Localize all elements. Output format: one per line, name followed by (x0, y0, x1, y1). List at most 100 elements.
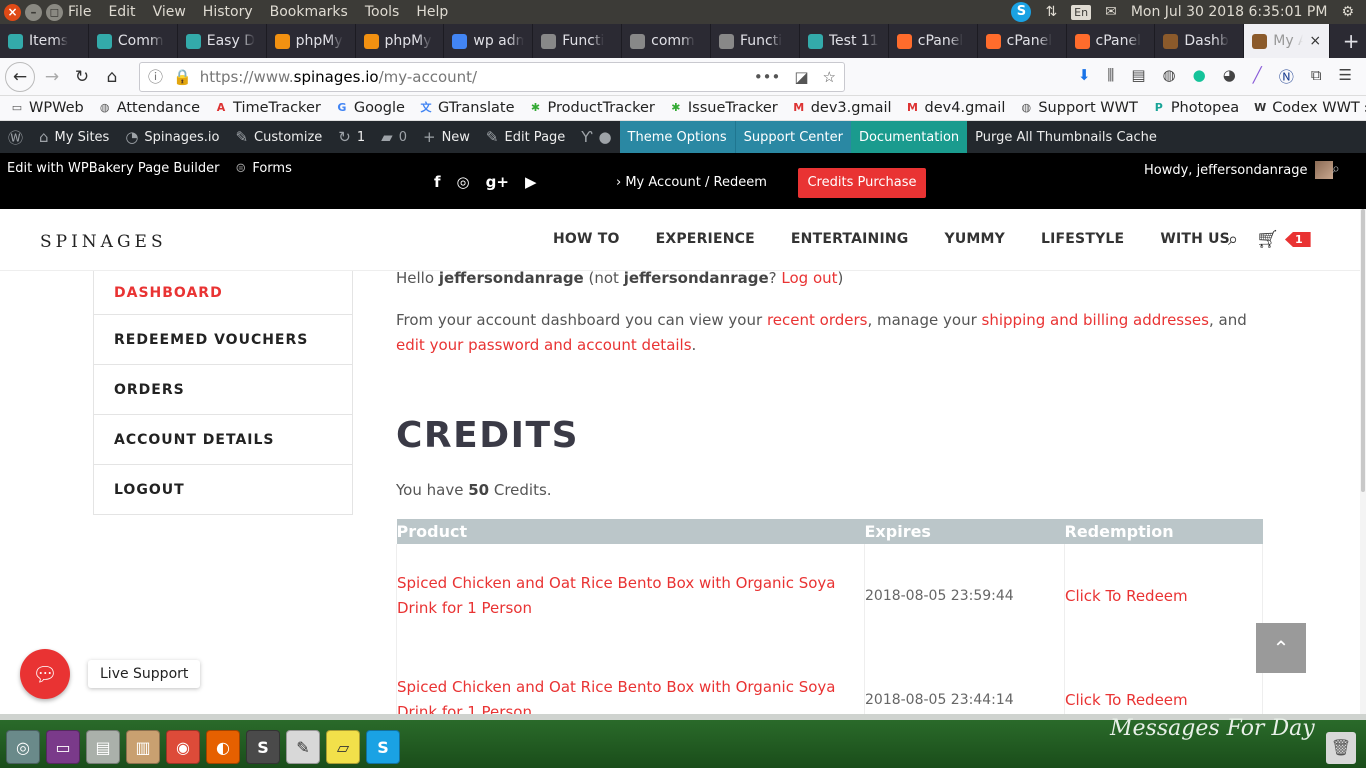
sidebar-item-dashboard[interactable]: DASHBOARD (94, 271, 352, 314)
sidebar-item-orders[interactable]: ORDERS (94, 364, 352, 414)
home-icon[interactable]: ⌂ (97, 62, 127, 92)
menu-history[interactable]: History (203, 4, 253, 20)
reload-icon[interactable]: ↻ (67, 62, 97, 92)
tab-close-icon[interactable]: × (1309, 33, 1321, 49)
site-logo[interactable]: SPINAGES (40, 232, 167, 252)
tab-10[interactable]: cPanel (889, 24, 978, 58)
wp-logo-menu[interactable]: Ⓦ (0, 121, 31, 153)
tab-7[interactable]: comm (622, 24, 711, 58)
tab-8[interactable]: Functi (711, 24, 800, 58)
nav-experience[interactable]: EXPERIENCE (656, 231, 755, 247)
user-menu[interactable]: Howdy, jeffersondanrage (1144, 161, 1334, 179)
color-picker-icon[interactable]: ╱ (1253, 66, 1262, 87)
instagram-icon[interactable]: ◎ (457, 173, 470, 191)
text-editor-icon[interactable]: ✎ (286, 730, 320, 764)
download-icon[interactable]: ⬇ (1078, 66, 1091, 87)
support-center-button[interactable]: Support Center (734, 121, 851, 153)
wp-comments[interactable]: ▰ 0 (373, 121, 415, 153)
bookmark-10[interactable]: P Photopea (1152, 100, 1239, 116)
url-bar[interactable]: ⓘ 🔒 https://www. spinages.io/my-account/ … (139, 61, 845, 92)
nav-lifestyle[interactable]: LIFESTYLE (1041, 231, 1124, 247)
back-arrow-icon[interactable]: ← (5, 61, 35, 92)
screenshot-icon[interactable]: ⧉ (1311, 66, 1322, 87)
menu-view[interactable]: View (153, 4, 186, 20)
theme-options-button[interactable]: Theme Options (619, 121, 735, 153)
new-tab-icon[interactable]: + (1336, 24, 1366, 58)
cart-count-badge[interactable]: 1 (1284, 232, 1311, 247)
bookmark-0[interactable]: ▭ WPWeb (10, 100, 84, 116)
tab-9[interactable]: Test 11 (800, 24, 889, 58)
wp-yoast[interactable]: Ƴ ● (573, 121, 619, 153)
breadcrumb[interactable]: › My Account / Redeem (616, 175, 767, 190)
grammarly-icon[interactable]: ● (1193, 66, 1206, 87)
wp-site-name[interactable]: ◔ Spinages.io (117, 121, 227, 153)
files-icon[interactable]: ▥ (126, 730, 160, 764)
menu-bookmarks[interactable]: Bookmarks (270, 4, 348, 20)
live-support-label[interactable]: Live Support (88, 660, 201, 688)
bookmark-11[interactable]: W Codex WWT (1253, 100, 1360, 116)
extension-dark-icon[interactable]: ◕ (1223, 66, 1236, 87)
onenote-icon[interactable]: Ⓝ (1279, 66, 1294, 87)
bookmark-7[interactable]: Mdev3.gmail (792, 100, 891, 116)
documentation-button[interactable]: Documentation (850, 121, 968, 153)
scrollbar-thumb[interactable] (1361, 209, 1365, 492)
recent-orders-link[interactable]: recent orders (767, 311, 868, 329)
nav-entertaining[interactable]: ENTERTAINING (791, 231, 909, 247)
credits-purchase-button[interactable]: Credits Purchase (798, 168, 926, 198)
hamburger-menu-icon[interactable]: ☰ (1339, 66, 1352, 87)
cart-icon[interactable]: 🛒︎ (1256, 229, 1279, 250)
sublime-icon[interactable]: S (246, 730, 280, 764)
facebook-icon[interactable]: f (434, 173, 441, 191)
tab-12[interactable]: cPanel (1067, 24, 1156, 58)
bookmark-star-icon[interactable]: ☆ (823, 68, 836, 86)
tab-2[interactable]: Easy D (178, 24, 267, 58)
wp-updates[interactable]: ↻ 1 (330, 121, 373, 153)
wp-new[interactable]: + New (415, 121, 478, 153)
wp-my-sites[interactable]: ⌂ My Sites (31, 121, 117, 153)
menu-help[interactable]: Help (416, 4, 448, 20)
menu-edit[interactable]: Edit (108, 4, 135, 20)
bookmark-6[interactable]: ✱ IssueTracker (669, 100, 777, 116)
page-scrollbar[interactable] (1360, 209, 1366, 714)
wpbakery-link[interactable]: Edit with WPBakery Page Builder (7, 161, 219, 176)
bookmark-3[interactable]: G Google (335, 100, 405, 116)
launcher-icon[interactable]: ◎ (6, 730, 40, 764)
chrome-icon[interactable]: ◉ (166, 730, 200, 764)
tab-5[interactable]: wp adm (444, 24, 534, 58)
scroll-to-top-icon[interactable]: ⌃ (1256, 623, 1306, 673)
tab-6[interactable]: Functi (533, 24, 623, 58)
tab-3[interactable]: phpMy (267, 24, 356, 58)
chat-bubble-icon[interactable]: 💬︎ (20, 649, 70, 699)
nav-yummy[interactable]: YUMMY (944, 231, 1005, 247)
forward-arrow-icon[interactable]: → (37, 62, 67, 92)
extension-globe-icon[interactable]: ◍ (1163, 66, 1176, 87)
tab-11[interactable]: cPanel (978, 24, 1067, 58)
trash-icon[interactable]: 🗑︎ (1326, 732, 1356, 764)
window-maximize-button[interactable]: ◻ (46, 3, 63, 21)
google-plus-icon[interactable]: g+ (486, 173, 509, 191)
tab-0[interactable]: Items (0, 24, 89, 58)
search-icon[interactable]: ⌕ (1228, 229, 1238, 250)
bookmark-9[interactable]: ◍ Support WWT (1019, 100, 1138, 116)
forms-menu[interactable]: ⊜ Forms (235, 161, 291, 176)
settings-gear-icon[interactable]: ⚙ (1341, 4, 1354, 20)
sidebar-item-redeemed-vouchers[interactable]: REDEEMED VOUCHERS (94, 314, 352, 364)
product-link[interactable]: Spiced Chicken and Oat Rice Bento Box wi… (396, 544, 865, 648)
bookmark-1[interactable]: ◍ Attendance (98, 100, 200, 116)
window-close-button[interactable]: × (4, 3, 21, 21)
workspace-icon[interactable]: ▭ (46, 730, 80, 764)
menu-file[interactable]: File (68, 4, 91, 20)
sidebar-icon[interactable]: ▤ (1131, 66, 1145, 87)
sticky-notes-icon[interactable]: ▱ (326, 730, 360, 764)
mail-icon[interactable]: ✉ (1105, 4, 1117, 20)
pocket-icon[interactable]: ◪ (794, 68, 808, 86)
tab-4[interactable]: phpMy (356, 24, 445, 58)
bookmark-2[interactable]: A TimeTracker (214, 100, 321, 116)
logout-link[interactable]: Log out (781, 269, 837, 287)
wp-customize[interactable]: ✎ Customize (227, 121, 330, 153)
bookmark-8[interactable]: Mdev4.gmail (906, 100, 1005, 116)
sidebar-item-account-details[interactable]: ACCOUNT DETAILS (94, 414, 352, 464)
firefox-icon[interactable]: ◐ (206, 730, 240, 764)
info-icon[interactable]: ⓘ (148, 66, 163, 87)
addresses-link[interactable]: shipping and billing addresses (982, 311, 1209, 329)
